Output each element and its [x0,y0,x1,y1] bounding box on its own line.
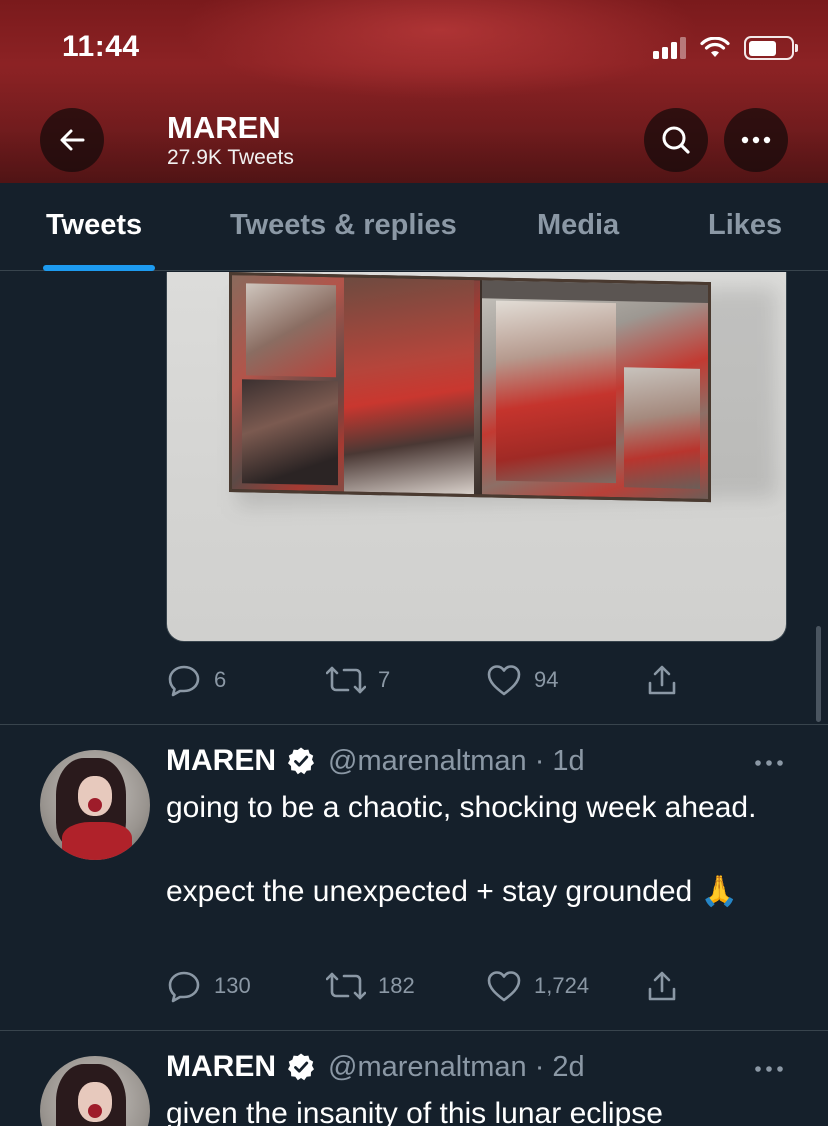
reply-count: 130 [214,973,251,998]
tweet-text: given the insanity of this lunar eclipse [166,1097,663,1126]
like-button[interactable]: 1,724 [486,969,589,1003]
reply-count: 6 [214,667,227,692]
tweet-text: going to be a chaotic, shocking week ahe… [166,791,757,908]
tab-tweets-replies[interactable]: Tweets & replies [230,209,457,242]
share-icon [648,971,676,1001]
tab-tweets[interactable]: Tweets [46,209,142,242]
profile-tabs: Tweets Tweets & replies Media Likes [0,183,828,271]
reply-button[interactable]: 130 [166,968,251,1004]
more-icon [741,136,771,144]
tweet-divider [0,1030,828,1031]
like-icon [487,665,521,696]
like-count: 94 [534,667,559,692]
retweet-icon [326,972,366,1000]
avatar[interactable] [40,1056,150,1126]
magazine-spread-image [229,272,711,503]
battery-icon [744,36,798,60]
author-handle[interactable]: @marenaltman [328,1051,527,1084]
author-handle[interactable]: @marenaltman [328,745,527,778]
tweet-media-image[interactable] [166,272,787,642]
verified-icon [288,747,314,775]
verified-icon [288,1053,314,1081]
tweet-more-icon[interactable] [754,1064,784,1074]
reply-button[interactable]: 6 [166,662,226,698]
signal-icon [653,37,686,59]
tweet-divider [0,724,828,725]
wifi-icon [700,37,730,57]
reply-icon [168,665,200,697]
reply-icon [168,971,200,1003]
retweet-button[interactable]: 7 [326,664,390,696]
profile-header: 11:44 MAREN 27.9K Tweets [0,0,828,183]
share-button[interactable] [646,663,678,697]
share-button[interactable] [646,969,678,1003]
more-options-button[interactable] [724,108,788,172]
profile-name: MAREN [167,110,281,145]
retweet-count: 7 [378,667,391,692]
status-icons [653,36,798,60]
scrollbar[interactable] [816,626,821,722]
tweet-count: 27.9K Tweets [167,146,294,169]
like-icon [487,971,521,1002]
like-count: 1,724 [534,973,590,998]
tweet-3-header: MAREN @marenaltman · 2d [166,1050,585,1084]
separator-dot: · [534,744,545,777]
like-button[interactable]: 94 [486,663,558,697]
search-icon [662,126,690,154]
back-button[interactable] [40,108,104,172]
tweet-time[interactable]: 1d [552,745,584,778]
retweet-icon [326,666,366,694]
status-time: 11:44 [62,30,140,63]
author-name[interactable]: MAREN [166,744,276,778]
author-name[interactable]: MAREN [166,1050,276,1084]
tweet-more-icon[interactable] [754,758,784,768]
retweet-button[interactable]: 182 [326,970,415,1002]
tweet-time[interactable]: 2d [552,1051,584,1084]
tweet-2-header: MAREN @marenaltman · 1d [166,744,585,778]
avatar[interactable] [40,750,150,860]
tab-media[interactable]: Media [537,209,619,242]
search-button[interactable] [644,108,708,172]
retweet-count: 182 [378,973,415,998]
share-icon [648,665,676,695]
tab-likes[interactable]: Likes [708,209,782,242]
separator-dot: · [534,1050,545,1083]
active-tab-indicator [43,265,155,271]
back-arrow-icon [60,129,85,151]
